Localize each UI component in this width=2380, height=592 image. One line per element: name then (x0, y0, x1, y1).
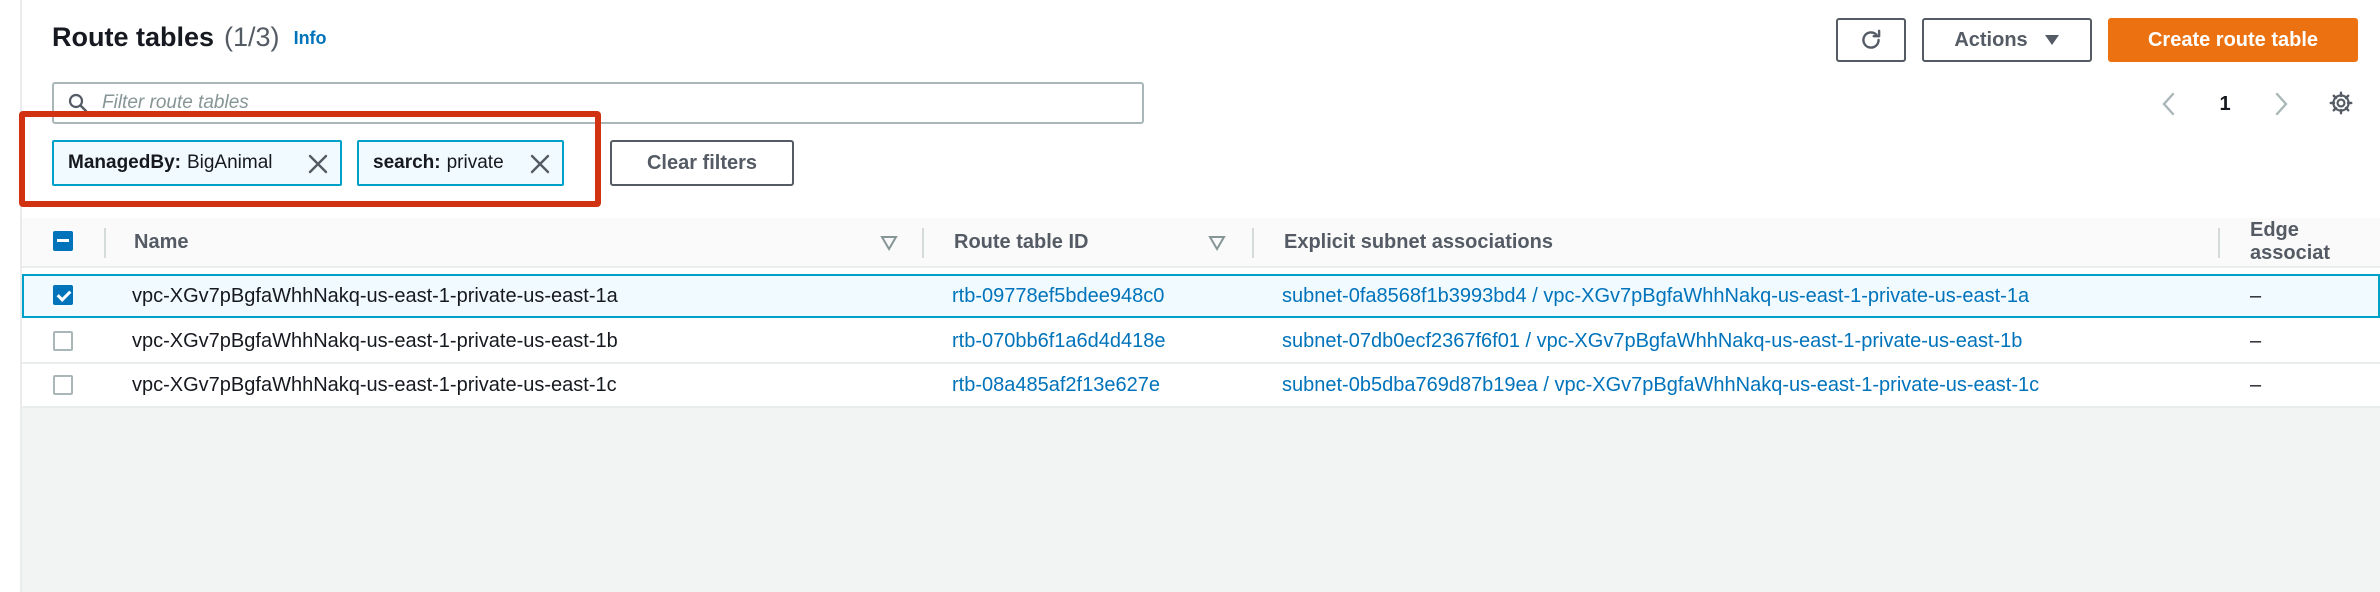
row-checkbox[interactable] (53, 375, 73, 395)
clear-filters-button[interactable]: Clear filters (610, 140, 794, 186)
sort-icon[interactable] (880, 234, 898, 252)
column-divider (104, 228, 106, 258)
table-row[interactable]: vpc-XGv7pBgfaWhhNakq-us-east-1-private-u… (22, 364, 2380, 408)
pagination: 1 (2160, 86, 2290, 122)
column-header-name[interactable]: Name (134, 218, 188, 266)
actions-dropdown-button[interactable]: Actions (1922, 18, 2092, 62)
cell-route-table-id[interactable]: rtb-08a485af2f13e627e (952, 364, 1160, 406)
cell-subnet-associations[interactable]: subnet-0fa8568f1b3993bd4 / vpc-XGv7pBgfa… (1282, 276, 2029, 316)
page-number[interactable]: 1 (2219, 93, 2230, 116)
create-route-table-button[interactable]: Create route table (2108, 18, 2358, 62)
caret-down-icon (2044, 35, 2059, 45)
cell-subnet-associations[interactable]: subnet-07db0ecf2367f6f01 / vpc-XGv7pBgfa… (1282, 320, 2022, 362)
cell-edge-associations: – (2250, 284, 2262, 307)
previous-page-icon[interactable] (2160, 91, 2178, 117)
cell-subnet-associations[interactable]: subnet-0b5dba769d87b19ea / vpc-XGv7pBgfa… (1282, 364, 2039, 406)
cell-route-table-id[interactable]: rtb-070bb6f1a6d4d418e (952, 320, 1166, 362)
selection-count: (1/3) (224, 22, 280, 52)
sort-icon[interactable] (1208, 234, 1226, 252)
cell-edge-associations: – (2250, 329, 2262, 352)
settings-gear-button[interactable] (2326, 88, 2356, 118)
column-divider (922, 228, 924, 258)
refresh-icon (1862, 29, 1881, 49)
annotation-highlight-box (19, 111, 601, 207)
next-page-icon[interactable] (2272, 91, 2290, 117)
select-all-checkbox[interactable] (53, 231, 73, 251)
cell-name: vpc-XGv7pBgfaWhhNakq-us-east-1-private-u… (132, 284, 618, 307)
cell-edge-associations: – (2250, 373, 2262, 396)
actions-label: Actions (1954, 28, 2028, 51)
info-link[interactable]: Info (294, 28, 327, 49)
cell-route-table-id[interactable]: rtb-09778ef5bdee948c0 (952, 276, 1164, 316)
column-header-subnet-associations[interactable]: Explicit subnet associations (1284, 218, 1553, 266)
cell-name: vpc-XGv7pBgfaWhhNakq-us-east-1-private-u… (132, 373, 617, 396)
row-checkbox[interactable] (53, 285, 73, 305)
column-divider (1252, 228, 1254, 258)
column-header-route-table-id[interactable]: Route table ID (954, 218, 1088, 266)
column-divider (2218, 228, 2220, 258)
table-row[interactable]: vpc-XGv7pBgfaWhhNakq-us-east-1-private-u… (22, 274, 2380, 318)
refresh-button[interactable] (1836, 18, 1906, 62)
table-row[interactable]: vpc-XGv7pBgfaWhhNakq-us-east-1-private-u… (22, 320, 2380, 364)
page-title: Route tables (52, 22, 215, 52)
gear-icon (2329, 91, 2353, 115)
column-header-edge-associations[interactable]: Edge associat (2250, 218, 2380, 266)
table-empty-space (22, 408, 2380, 592)
row-checkbox[interactable] (53, 331, 73, 351)
table-header: Name Route table ID Explicit subnet asso… (22, 218, 2380, 268)
cell-name: vpc-XGv7pBgfaWhhNakq-us-east-1-private-u… (132, 329, 618, 352)
page-header: Route tables (1/3) Info (52, 22, 327, 53)
